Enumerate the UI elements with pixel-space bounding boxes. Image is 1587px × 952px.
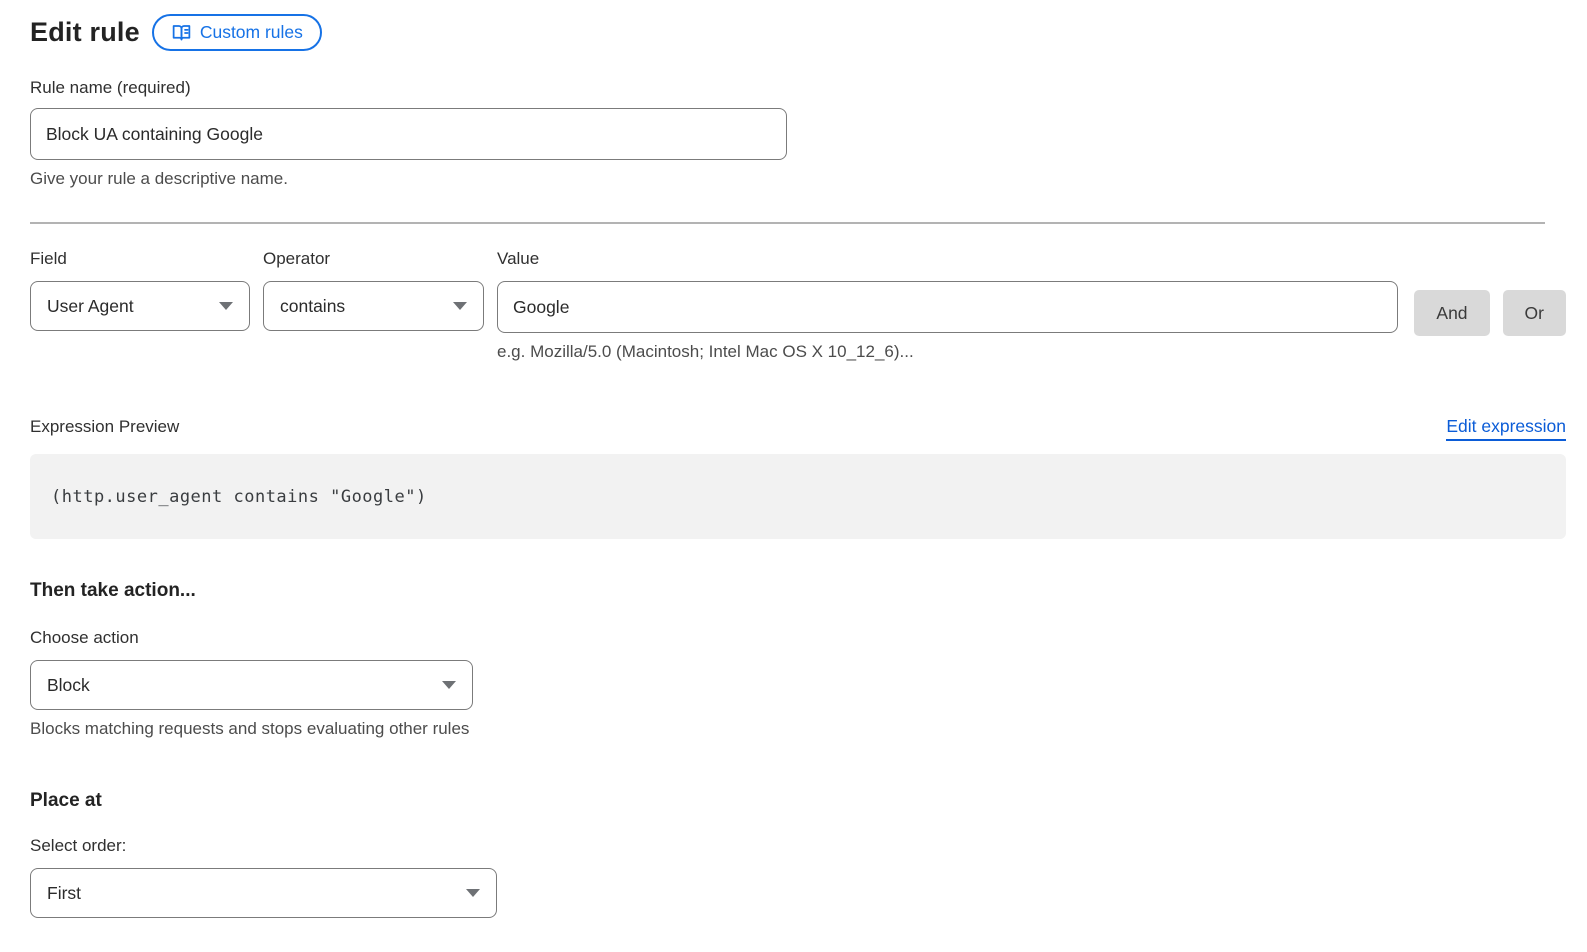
custom-rules-label: Custom rules: [200, 22, 303, 43]
chevron-down-icon: [442, 681, 456, 689]
edit-rule-page: Edit rule Custom rules Rule name (requir…: [0, 0, 1566, 918]
choose-action-label: Choose action: [30, 628, 1545, 648]
value-input[interactable]: [497, 281, 1398, 333]
action-select-value: Block: [47, 675, 90, 696]
expression-code: (http.user_agent contains "Google"): [51, 487, 427, 507]
rule-name-section: Rule name (required) Give your rule a de…: [30, 78, 787, 189]
or-button[interactable]: Or: [1503, 290, 1566, 336]
select-order-label: Select order:: [30, 836, 1545, 856]
placement-section: Place at Select order: First: [30, 790, 1545, 918]
operator-select[interactable]: contains: [263, 281, 484, 331]
header: Edit rule Custom rules: [30, 14, 1545, 51]
rule-name-label: Rule name (required): [30, 78, 191, 97]
chevron-down-icon: [453, 302, 467, 310]
rule-name-helper: Give your rule a descriptive name.: [30, 169, 787, 189]
edit-expression-link[interactable]: Edit expression: [1446, 416, 1566, 441]
value-helper: e.g. Mozilla/5.0 (Macintosh; Intel Mac O…: [497, 342, 1398, 362]
field-select-value: User Agent: [47, 296, 134, 317]
place-at-heading: Place at: [30, 790, 1545, 812]
custom-rules-button[interactable]: Custom rules: [152, 14, 322, 51]
field-column: Field User Agent: [30, 249, 250, 362]
or-column: Or: [1503, 249, 1566, 362]
condition-builder: Field User Agent Operator contains Value…: [30, 249, 1566, 362]
field-label: Field: [30, 249, 250, 269]
order-select-value: First: [47, 883, 81, 904]
expression-preview-box: (http.user_agent contains "Google"): [30, 454, 1566, 539]
and-button[interactable]: And: [1414, 290, 1489, 336]
expression-preview-label: Expression Preview: [30, 417, 179, 437]
page-title: Edit rule: [30, 17, 140, 48]
order-select[interactable]: First: [30, 868, 497, 918]
action-helper: Blocks matching requests and stops evalu…: [30, 719, 1545, 739]
operator-select-value: contains: [280, 296, 345, 317]
expression-header: Expression Preview Edit expression: [30, 416, 1566, 441]
action-section: Then take action... Choose action Block …: [30, 580, 1545, 739]
book-icon: [171, 22, 192, 43]
value-label: Value: [497, 249, 1398, 269]
section-divider: [30, 222, 1545, 224]
chevron-down-icon: [219, 302, 233, 310]
rule-name-input[interactable]: [30, 108, 787, 160]
action-heading: Then take action...: [30, 580, 1545, 602]
operator-label: Operator: [263, 249, 484, 269]
action-select[interactable]: Block: [30, 660, 473, 710]
field-select[interactable]: User Agent: [30, 281, 250, 331]
operator-column: Operator contains: [263, 249, 484, 362]
chevron-down-icon: [466, 889, 480, 897]
value-column: Value e.g. Mozilla/5.0 (Macintosh; Intel…: [497, 249, 1398, 362]
and-column: And: [1414, 249, 1489, 362]
